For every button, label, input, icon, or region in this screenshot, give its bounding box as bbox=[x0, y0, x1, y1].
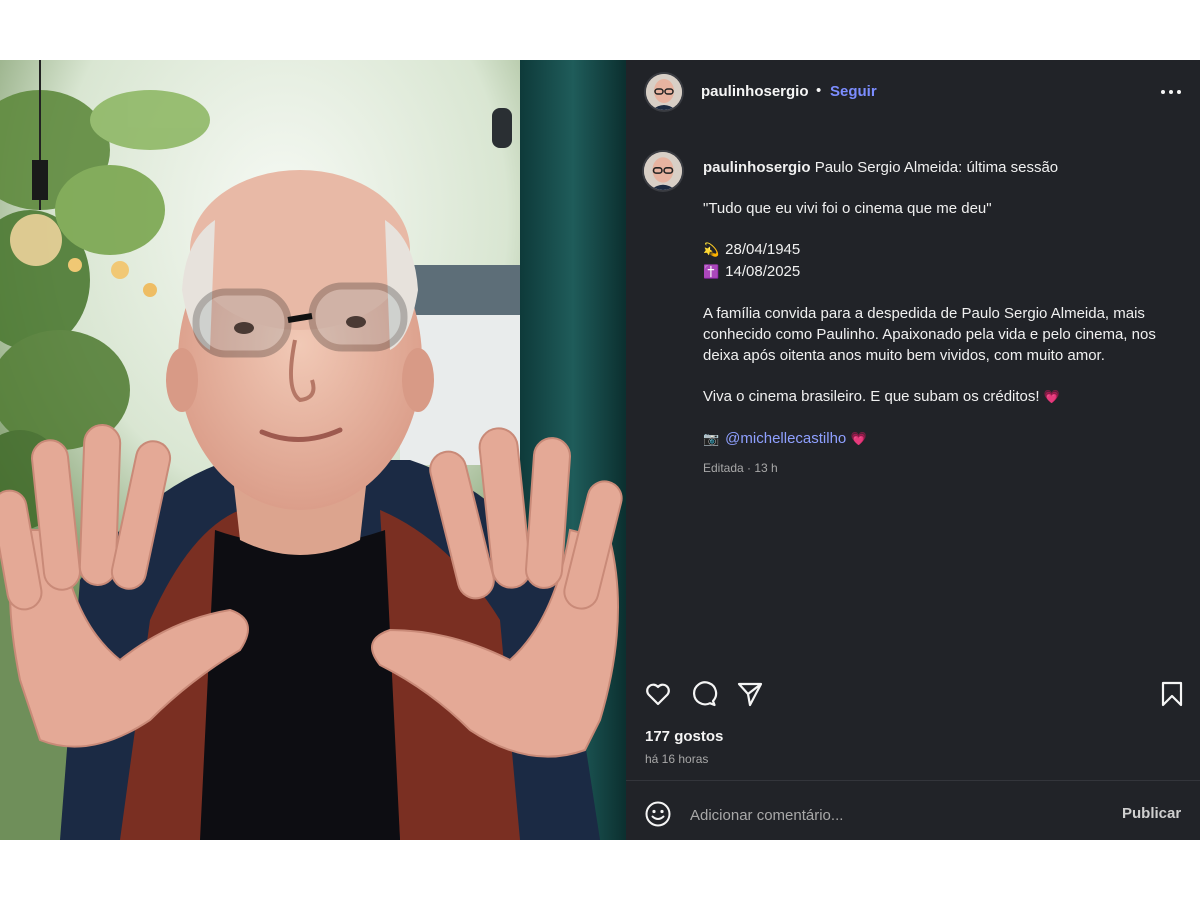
caption-meta: Editada · 13 h bbox=[703, 461, 778, 475]
instagram-post: paulinhosergio • Seguir paulinhosergio P… bbox=[0, 60, 1200, 840]
pink-heart-icon: 💗 bbox=[1043, 390, 1060, 405]
caption-text: paulinhosergio Paulo Sergio Almeida: últ… bbox=[703, 157, 1193, 479]
avatar-illustration bbox=[646, 74, 682, 110]
caption-quote: "Tudo que eu vivi foi o cinema que me de… bbox=[703, 200, 992, 217]
photo-illustration bbox=[0, 60, 626, 840]
publish-button[interactable]: Publicar bbox=[1122, 805, 1181, 822]
death-date: 14/08/2025 bbox=[725, 263, 801, 280]
separator-dot: • bbox=[816, 82, 822, 99]
emoji-smile-icon[interactable] bbox=[644, 800, 672, 828]
more-horizontal-icon[interactable] bbox=[1158, 82, 1184, 102]
caption-title: Paulo Sergio Almeida: última sessão bbox=[814, 159, 1059, 176]
mention-link[interactable]: @michellecastilho bbox=[725, 430, 846, 447]
dizzy-icon: 💫 bbox=[703, 243, 720, 258]
likes-count[interactable]: 177 gostos bbox=[645, 728, 723, 745]
bookmark-icon[interactable] bbox=[1158, 680, 1186, 708]
caption-avatar[interactable] bbox=[644, 152, 682, 190]
pink-heart-icon: 💗 bbox=[850, 432, 867, 447]
comment-icon[interactable] bbox=[690, 680, 718, 708]
comment-input[interactable] bbox=[688, 800, 1092, 830]
follow-button[interactable]: Seguir bbox=[830, 83, 877, 100]
send-icon[interactable] bbox=[736, 680, 764, 708]
post-photo[interactable] bbox=[0, 60, 626, 840]
heart-icon[interactable] bbox=[644, 680, 672, 708]
post-header: paulinhosergio • Seguir bbox=[626, 60, 1200, 124]
caption-username[interactable]: paulinhosergio bbox=[703, 159, 811, 176]
caption-closing: Viva o cinema brasileiro. E que subam os… bbox=[703, 388, 1040, 405]
divider bbox=[626, 780, 1200, 781]
avatar-illustration bbox=[644, 152, 682, 190]
avatar[interactable] bbox=[646, 74, 682, 110]
post-side-panel: paulinhosergio • Seguir paulinhosergio P… bbox=[626, 60, 1200, 840]
post-timestamp[interactable]: há 16 horas bbox=[645, 752, 708, 766]
caption-body: A família convida para a despedida de Pa… bbox=[703, 305, 1156, 364]
post-username[interactable]: paulinhosergio bbox=[701, 83, 809, 100]
birth-date: 28/04/1945 bbox=[725, 241, 801, 258]
camera-icon: 📷 bbox=[703, 432, 720, 447]
cross-icon: ✝️ bbox=[703, 265, 720, 280]
